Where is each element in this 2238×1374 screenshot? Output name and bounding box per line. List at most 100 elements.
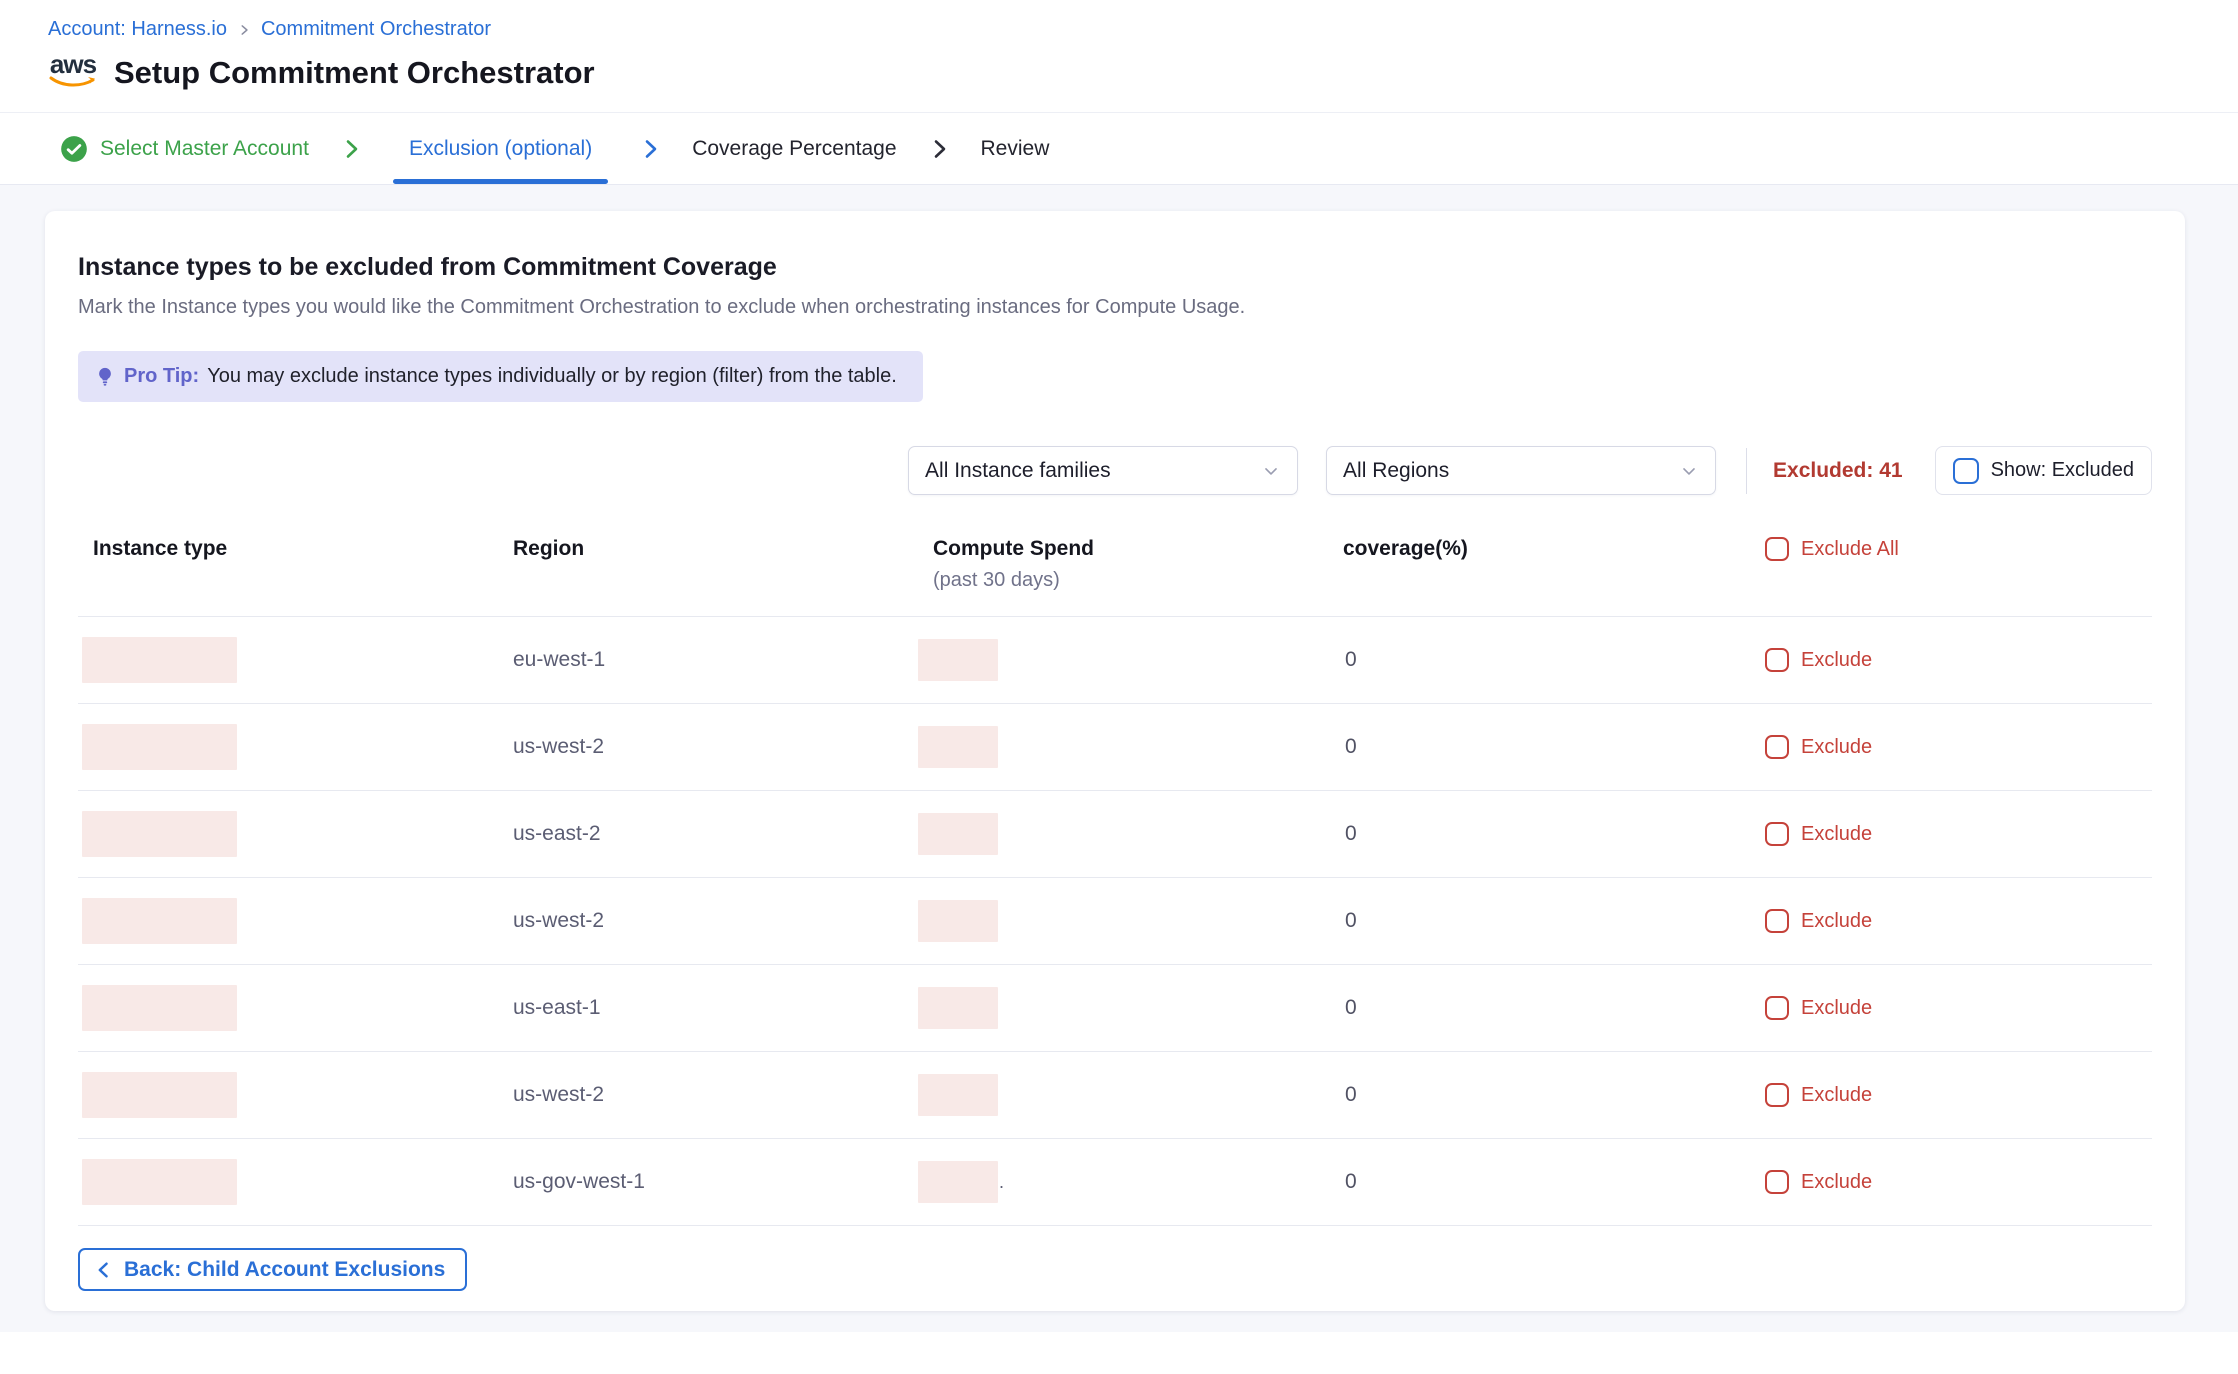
- exclude-checkbox[interactable]: [1765, 735, 1789, 759]
- redacted-compute-spend: [918, 900, 998, 942]
- title-row: aws Setup Commitment Orchestrator: [48, 51, 2238, 94]
- exclude-cell: Exclude: [1748, 648, 2152, 672]
- redacted-instance-type: [82, 811, 237, 857]
- show-excluded-label: Show: Excluded: [1991, 459, 2134, 482]
- redacted-compute-spend: [918, 639, 998, 681]
- header-instance-type: Instance type: [78, 537, 498, 561]
- exclude-label: Exclude: [1801, 1084, 1872, 1107]
- aws-logo-text: aws: [50, 53, 96, 75]
- pro-tip-label: Pro Tip:: [124, 365, 199, 388]
- vertical-divider: [1746, 448, 1747, 494]
- pro-tip-banner: Pro Tip: You may exclude instance types …: [78, 351, 923, 402]
- excluded-count-badge: Excluded: 41: [1773, 459, 1903, 483]
- region-cell: us-west-2: [498, 909, 918, 933]
- exclusion-panel: Instance types to be excluded from Commi…: [45, 211, 2185, 1311]
- exclude-checkbox[interactable]: [1765, 1170, 1789, 1194]
- exclude-checkbox[interactable]: [1765, 648, 1789, 672]
- redacted-instance-type: [82, 1072, 237, 1118]
- step-chevron-icon: [638, 137, 662, 161]
- exclude-checkbox[interactable]: [1765, 822, 1789, 846]
- header-coverage: coverage(%): [1328, 537, 1748, 561]
- exclude-cell: Exclude: [1748, 1170, 2152, 1194]
- regions-select[interactable]: All Regions: [1326, 446, 1716, 495]
- redacted-instance-type: [82, 637, 237, 683]
- table-row: eu-west-1 0 Exclude: [78, 617, 2152, 704]
- aws-logo-icon: aws: [48, 53, 98, 94]
- lightbulb-icon: [94, 366, 116, 388]
- exclusion-table: Instance type Region Compute Spend (past…: [78, 537, 2152, 1226]
- redacted-compute-spend: [918, 726, 998, 768]
- exclude-checkbox[interactable]: [1765, 1083, 1789, 1107]
- header-compute-spend: Compute Spend (past 30 days): [918, 537, 1328, 592]
- exclude-checkbox[interactable]: [1765, 909, 1789, 933]
- breadcrumb: Account: Harness.io Commitment Orchestra…: [48, 18, 2238, 41]
- coverage-cell: 0: [1328, 648, 1748, 672]
- instance-families-value: All Instance families: [925, 459, 1111, 483]
- exclude-cell: Exclude: [1748, 735, 2152, 759]
- step-label: Select Master Account: [100, 137, 309, 161]
- aws-swoosh-icon: [49, 76, 97, 94]
- exclude-label: Exclude: [1801, 649, 1872, 672]
- back-button-label: Back: Child Account Exclusions: [124, 1258, 445, 1282]
- exclude-label: Exclude: [1801, 1171, 1872, 1194]
- coverage-cell: 0: [1328, 996, 1748, 1020]
- breadcrumb-chevron-icon: [237, 23, 251, 37]
- redacted-compute-spend: [918, 1074, 998, 1116]
- back-button[interactable]: Back: Child Account Exclusions: [78, 1248, 467, 1291]
- chevron-down-icon: [1679, 461, 1699, 481]
- region-cell: us-east-2: [498, 822, 918, 846]
- exclude-cell: Exclude: [1748, 996, 2152, 1020]
- step-complete-check-icon: [60, 135, 88, 163]
- breadcrumb-page-link[interactable]: Commitment Orchestrator: [261, 18, 491, 41]
- step-label: Exclusion (optional): [409, 137, 592, 161]
- redacted-instance-type: [82, 1159, 237, 1205]
- spend-suffix: .: [999, 1172, 1004, 1193]
- header-exclude-all: Exclude All: [1748, 537, 2152, 561]
- chevron-left-icon: [94, 1260, 114, 1280]
- step-review[interactable]: Review: [981, 113, 1050, 184]
- coverage-cell: 0: [1328, 1170, 1748, 1194]
- coverage-cell: 0: [1328, 735, 1748, 759]
- header-compute-spend-sub: (past 30 days): [933, 569, 1328, 592]
- exclude-checkbox[interactable]: [1765, 996, 1789, 1020]
- step-label: Coverage Percentage: [692, 137, 896, 161]
- step-chevron-icon: [339, 137, 363, 161]
- region-cell: us-east-1: [498, 996, 918, 1020]
- redacted-compute-spend: [918, 813, 998, 855]
- breadcrumb-account-link[interactable]: Account: Harness.io: [48, 18, 227, 41]
- table-row: us-east-1 0 Exclude: [78, 965, 2152, 1052]
- wizard-stepper: Select Master Account Exclusion (optiona…: [0, 113, 2238, 185]
- panel-title: Instance types to be excluded from Commi…: [78, 253, 2152, 282]
- step-exclusion[interactable]: Exclusion (optional): [393, 113, 662, 184]
- exclude-cell: Exclude: [1748, 822, 2152, 846]
- top-bar: Account: Harness.io Commitment Orchestra…: [0, 0, 2238, 113]
- table-row: us-east-2 0 Exclude: [78, 791, 2152, 878]
- step-coverage-percentage[interactable]: Coverage Percentage: [692, 113, 950, 184]
- table-row: us-west-2 0 Exclude: [78, 878, 2152, 965]
- region-cell: eu-west-1: [498, 648, 918, 672]
- step-chevron-icon: [927, 137, 951, 161]
- exclude-all-checkbox[interactable]: [1765, 537, 1789, 561]
- region-cell: us-west-2: [498, 735, 918, 759]
- pro-tip-text: You may exclude instance types individua…: [207, 365, 897, 388]
- region-cell: us-gov-west-1: [498, 1170, 918, 1194]
- coverage-cell: 0: [1328, 1083, 1748, 1107]
- step-label: Review: [981, 137, 1050, 161]
- redacted-instance-type: [82, 985, 237, 1031]
- exclude-all-label: Exclude All: [1801, 538, 1899, 561]
- page-title: Setup Commitment Orchestrator: [114, 55, 595, 91]
- show-excluded-toggle[interactable]: Show: Excluded: [1935, 446, 2152, 495]
- step-select-master-account[interactable]: Select Master Account: [60, 113, 363, 184]
- table-row: us-west-2 0 Exclude: [78, 704, 2152, 791]
- filter-row: All Instance families All Regions Exclud…: [78, 446, 2152, 495]
- region-cell: us-west-2: [498, 1083, 918, 1107]
- show-excluded-checkbox[interactable]: [1953, 458, 1979, 484]
- content-area: Instance types to be excluded from Commi…: [0, 185, 2238, 1332]
- panel-subtitle: Mark the Instance types you would like t…: [78, 296, 2152, 319]
- instance-families-select[interactable]: All Instance families: [908, 446, 1298, 495]
- exclude-label: Exclude: [1801, 910, 1872, 933]
- coverage-cell: 0: [1328, 909, 1748, 933]
- table-row: us-gov-west-1 . 0 Exclude: [78, 1139, 2152, 1226]
- exclude-cell: Exclude: [1748, 1083, 2152, 1107]
- exclude-label: Exclude: [1801, 736, 1872, 759]
